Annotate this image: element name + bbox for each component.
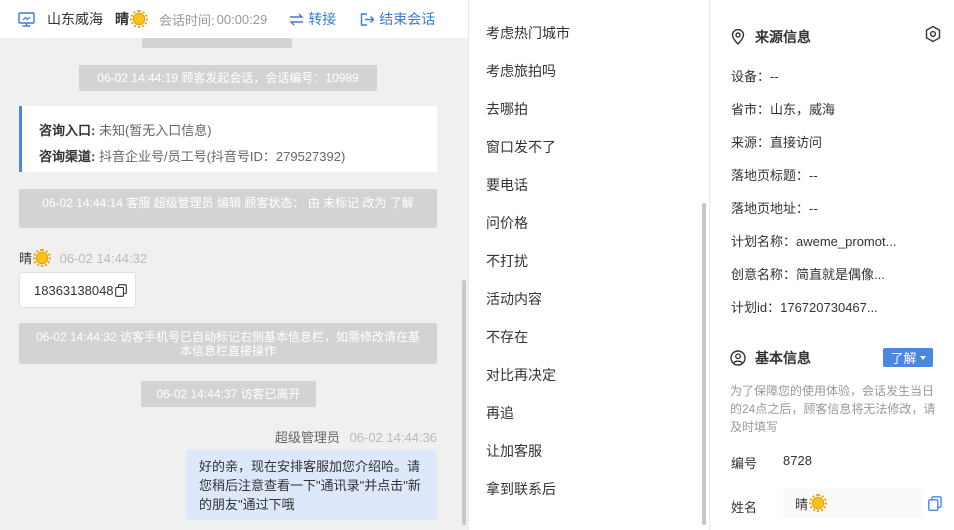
visitor-location: 山东威海 — [47, 11, 103, 27]
user-circle-icon — [730, 350, 746, 366]
campaign-id: 计划id：176720730467... — [731, 300, 878, 315]
sun-emoji-icon — [809, 494, 828, 512]
exit-icon — [361, 12, 375, 26]
system-message: 06-02 14:44:19 顾客发起会话，会话编号：10989 — [79, 65, 377, 91]
monitor-icon — [18, 11, 35, 27]
sender-name-text: 晴 — [19, 251, 33, 266]
basic-info-title-text: 基本信息 — [755, 350, 811, 366]
sun-emoji-icon — [130, 10, 148, 28]
quick-reply-item[interactable]: 去哪拍 — [486, 99, 528, 119]
chat-header: 山东威海 晴 会话时间: 00:00:29 转接 结束会话 — [0, 0, 468, 38]
customer-id-label: 编号 — [731, 456, 758, 471]
quick-reply-item[interactable]: 再追 — [486, 403, 514, 423]
quick-reply-item[interactable]: 拿到联系后 — [486, 479, 556, 499]
source-device: 设备：-- — [731, 69, 779, 84]
customer-status-dropdown[interactable]: 了解 — [883, 348, 933, 367]
quick-replies-panel: 考虑热门城市 考虑旅拍吗 去哪拍 窗口发不了 要电话 问价格 不打扰 活动内容 … — [468, 0, 709, 530]
source-channel-label: 咨询渠道: — [39, 149, 96, 164]
source-entry-label: 咨询入口: — [39, 123, 96, 138]
campaign-name: 计划名称：aweme_promot... — [731, 234, 897, 249]
chat-scrollbar[interactable] — [462, 280, 466, 525]
landing-page-title: 落地页标题：-- — [731, 168, 818, 183]
source-info-title-text: 来源信息 — [755, 29, 811, 45]
source-entry-value: 未知(暂无入口信息) — [98, 123, 212, 138]
landing-page-url: 落地页地址：-- — [731, 201, 818, 216]
customer-id-value: 8728 — [783, 453, 812, 468]
system-message: 06-02 14:44:37 访客已离开 — [141, 381, 316, 407]
basic-info-title: 基本信息 — [730, 348, 811, 368]
message-time: 06-02 14:44:36 — [349, 430, 437, 445]
source-channel-value: 抖音企业号/员工号(抖音号ID：279527392) — [98, 149, 346, 164]
quick-reply-item[interactable]: 不打扰 — [486, 251, 528, 271]
quick-reply-item[interactable]: 窗口发不了 — [486, 137, 556, 157]
creative-name: 创意名称：简直就是偶像... — [731, 267, 885, 282]
quick-reply-item[interactable]: 要电话 — [486, 175, 528, 195]
visitor-name-text: 晴 — [115, 11, 129, 27]
transfer-icon — [289, 13, 304, 25]
quick-reply-item[interactable]: 对比再决定 — [486, 365, 556, 385]
session-time-label: 会话时间: — [159, 12, 215, 28]
customer-name-label: 姓名 — [731, 500, 758, 515]
message-meta: 超级管理员 06-02 14:44:36 — [275, 427, 437, 446]
quick-reply-item[interactable]: 考虑热门城市 — [486, 23, 570, 43]
end-session-label: 结束会话 — [379, 11, 436, 27]
system-message-partial — [142, 38, 292, 48]
message-meta: 晴 06-02 14:44:32 — [19, 248, 147, 267]
copy-icon[interactable] — [114, 283, 127, 297]
session-time: 00:00:29 — [216, 11, 268, 27]
location-pin-icon — [731, 29, 745, 45]
caret-down-icon — [919, 355, 926, 360]
sender-name: 超级管理员 — [274, 430, 340, 445]
sender-name: 晴 — [19, 248, 52, 267]
edit-notice: 为了保障您的使用体验，会话发生当日的24点之后，顾客信息将无法修改，请及时填写 — [730, 384, 936, 434]
sun-emoji-icon — [33, 248, 52, 267]
quick-reply-item[interactable]: 不存在 — [486, 327, 528, 347]
system-message: 06-02 14:44:14 客服 超级管理员 编辑 顾客状态： 由 未标记 改… — [19, 189, 437, 228]
message-time: 06-02 14:44:32 — [59, 251, 148, 266]
quick-reply-item[interactable]: 问价格 — [486, 213, 528, 233]
chat-panel: 山东威海 晴 会话时间: 00:00:29 转接 结束会话 06-02 14:4… — [0, 0, 468, 530]
customer-status-label: 了解 — [890, 351, 917, 366]
source-card: 咨询入口: 未知(暂无入口信息) 咨询渠道: 抖音企业号/员工号(抖音号ID：2… — [19, 106, 437, 172]
quick-replies-scrollbar[interactable] — [702, 203, 706, 525]
transfer-button[interactable]: 转接 — [289, 9, 336, 29]
quick-reply-item[interactable]: 考虑旅拍吗 — [486, 61, 556, 81]
quick-reply-item[interactable]: 让加客服 — [486, 441, 542, 461]
quick-reply-item[interactable]: 活动内容 — [486, 289, 542, 309]
source-region: 省市：山东，威海 — [731, 102, 836, 117]
source-channel-row: 咨询渠道: 抖音企业号/员工号(抖音号ID：279527392) — [39, 144, 437, 170]
copy-icon[interactable] — [928, 496, 942, 511]
end-session-button[interactable]: 结束会话 — [360, 9, 435, 29]
source-info-title: 来源信息 — [730, 27, 811, 47]
phone-number: 18363138048 — [34, 282, 114, 298]
transfer-label: 转接 — [308, 11, 337, 27]
agent-message: 好的亲，现在安排客服加您介绍哈。请您稍后注意查看一下"通讯录"并点击"新的朋友"… — [186, 450, 437, 520]
customer-info-panel: 来源信息 设备：-- 省市：山东，威海 来源：直接访问 落地页标题：-- 落地页… — [709, 0, 954, 530]
system-message: 06-02 14:44:32 访客手机号已自动标记右侧基本信息栏，如需修改请在基… — [19, 323, 437, 364]
visitor-message-phone[interactable]: 18363138048 — [19, 272, 136, 308]
customer-name-field[interactable]: 晴 — [783, 488, 923, 518]
customer-name-value: 晴 — [795, 496, 809, 512]
source-entry-row: 咨询入口: 未知(暂无入口信息) — [39, 118, 437, 144]
source-channel: 来源：直接访问 — [731, 135, 823, 150]
eye-icon[interactable] — [924, 25, 942, 43]
visitor-name: 晴 — [115, 9, 148, 29]
